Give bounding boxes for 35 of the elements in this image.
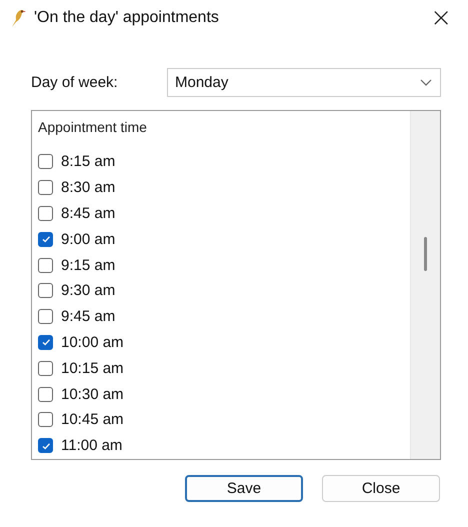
bird-icon bbox=[10, 8, 26, 28]
chevron-down-icon bbox=[420, 78, 432, 86]
checkbox[interactable] bbox=[38, 438, 53, 454]
time-label: 10:15 am bbox=[61, 360, 124, 377]
checkbox[interactable] bbox=[38, 309, 53, 324]
day-of-week-dropdown[interactable]: Monday bbox=[167, 68, 441, 97]
scrollbar-thumb[interactable] bbox=[424, 237, 427, 271]
checkbox[interactable] bbox=[38, 180, 53, 196]
save-button[interactable]: Save bbox=[185, 475, 303, 502]
time-label: 9:45 am bbox=[61, 308, 116, 326]
checkbox[interactable] bbox=[38, 154, 53, 170]
time-label: 9:15 am bbox=[61, 256, 116, 274]
checkbox[interactable] bbox=[38, 386, 53, 402]
scrollbar[interactable] bbox=[410, 111, 440, 459]
checkbox[interactable] bbox=[38, 412, 53, 428]
checkbox[interactable] bbox=[38, 360, 53, 376]
checkbox[interactable] bbox=[38, 334, 53, 350]
time-label: 9:00 am bbox=[61, 230, 116, 248]
close-dialog-button[interactable]: Close bbox=[322, 475, 440, 502]
checkbox[interactable] bbox=[38, 283, 53, 298]
window-title: 'On the day' appointments bbox=[34, 9, 220, 27]
time-label: 8:30 am bbox=[61, 179, 116, 196]
checkbox[interactable] bbox=[38, 206, 53, 221]
time-label: 8:45 am bbox=[61, 204, 116, 222]
time-label: 10:00 am bbox=[61, 334, 124, 351]
time-label: 9:30 am bbox=[61, 282, 116, 300]
time-label: 10:45 am bbox=[61, 411, 124, 428]
time-label: 10:30 am bbox=[61, 386, 124, 403]
time-label: 8:15 am bbox=[61, 153, 116, 170]
checkbox[interactable] bbox=[38, 232, 53, 247]
close-button[interactable]: × bbox=[424, 5, 458, 31]
day-of-week-label: Day of week: bbox=[31, 74, 119, 91]
column-header: Appointment time bbox=[38, 119, 148, 137]
time-label: 11:00 am bbox=[61, 437, 122, 454]
checkbox[interactable] bbox=[38, 258, 53, 273]
